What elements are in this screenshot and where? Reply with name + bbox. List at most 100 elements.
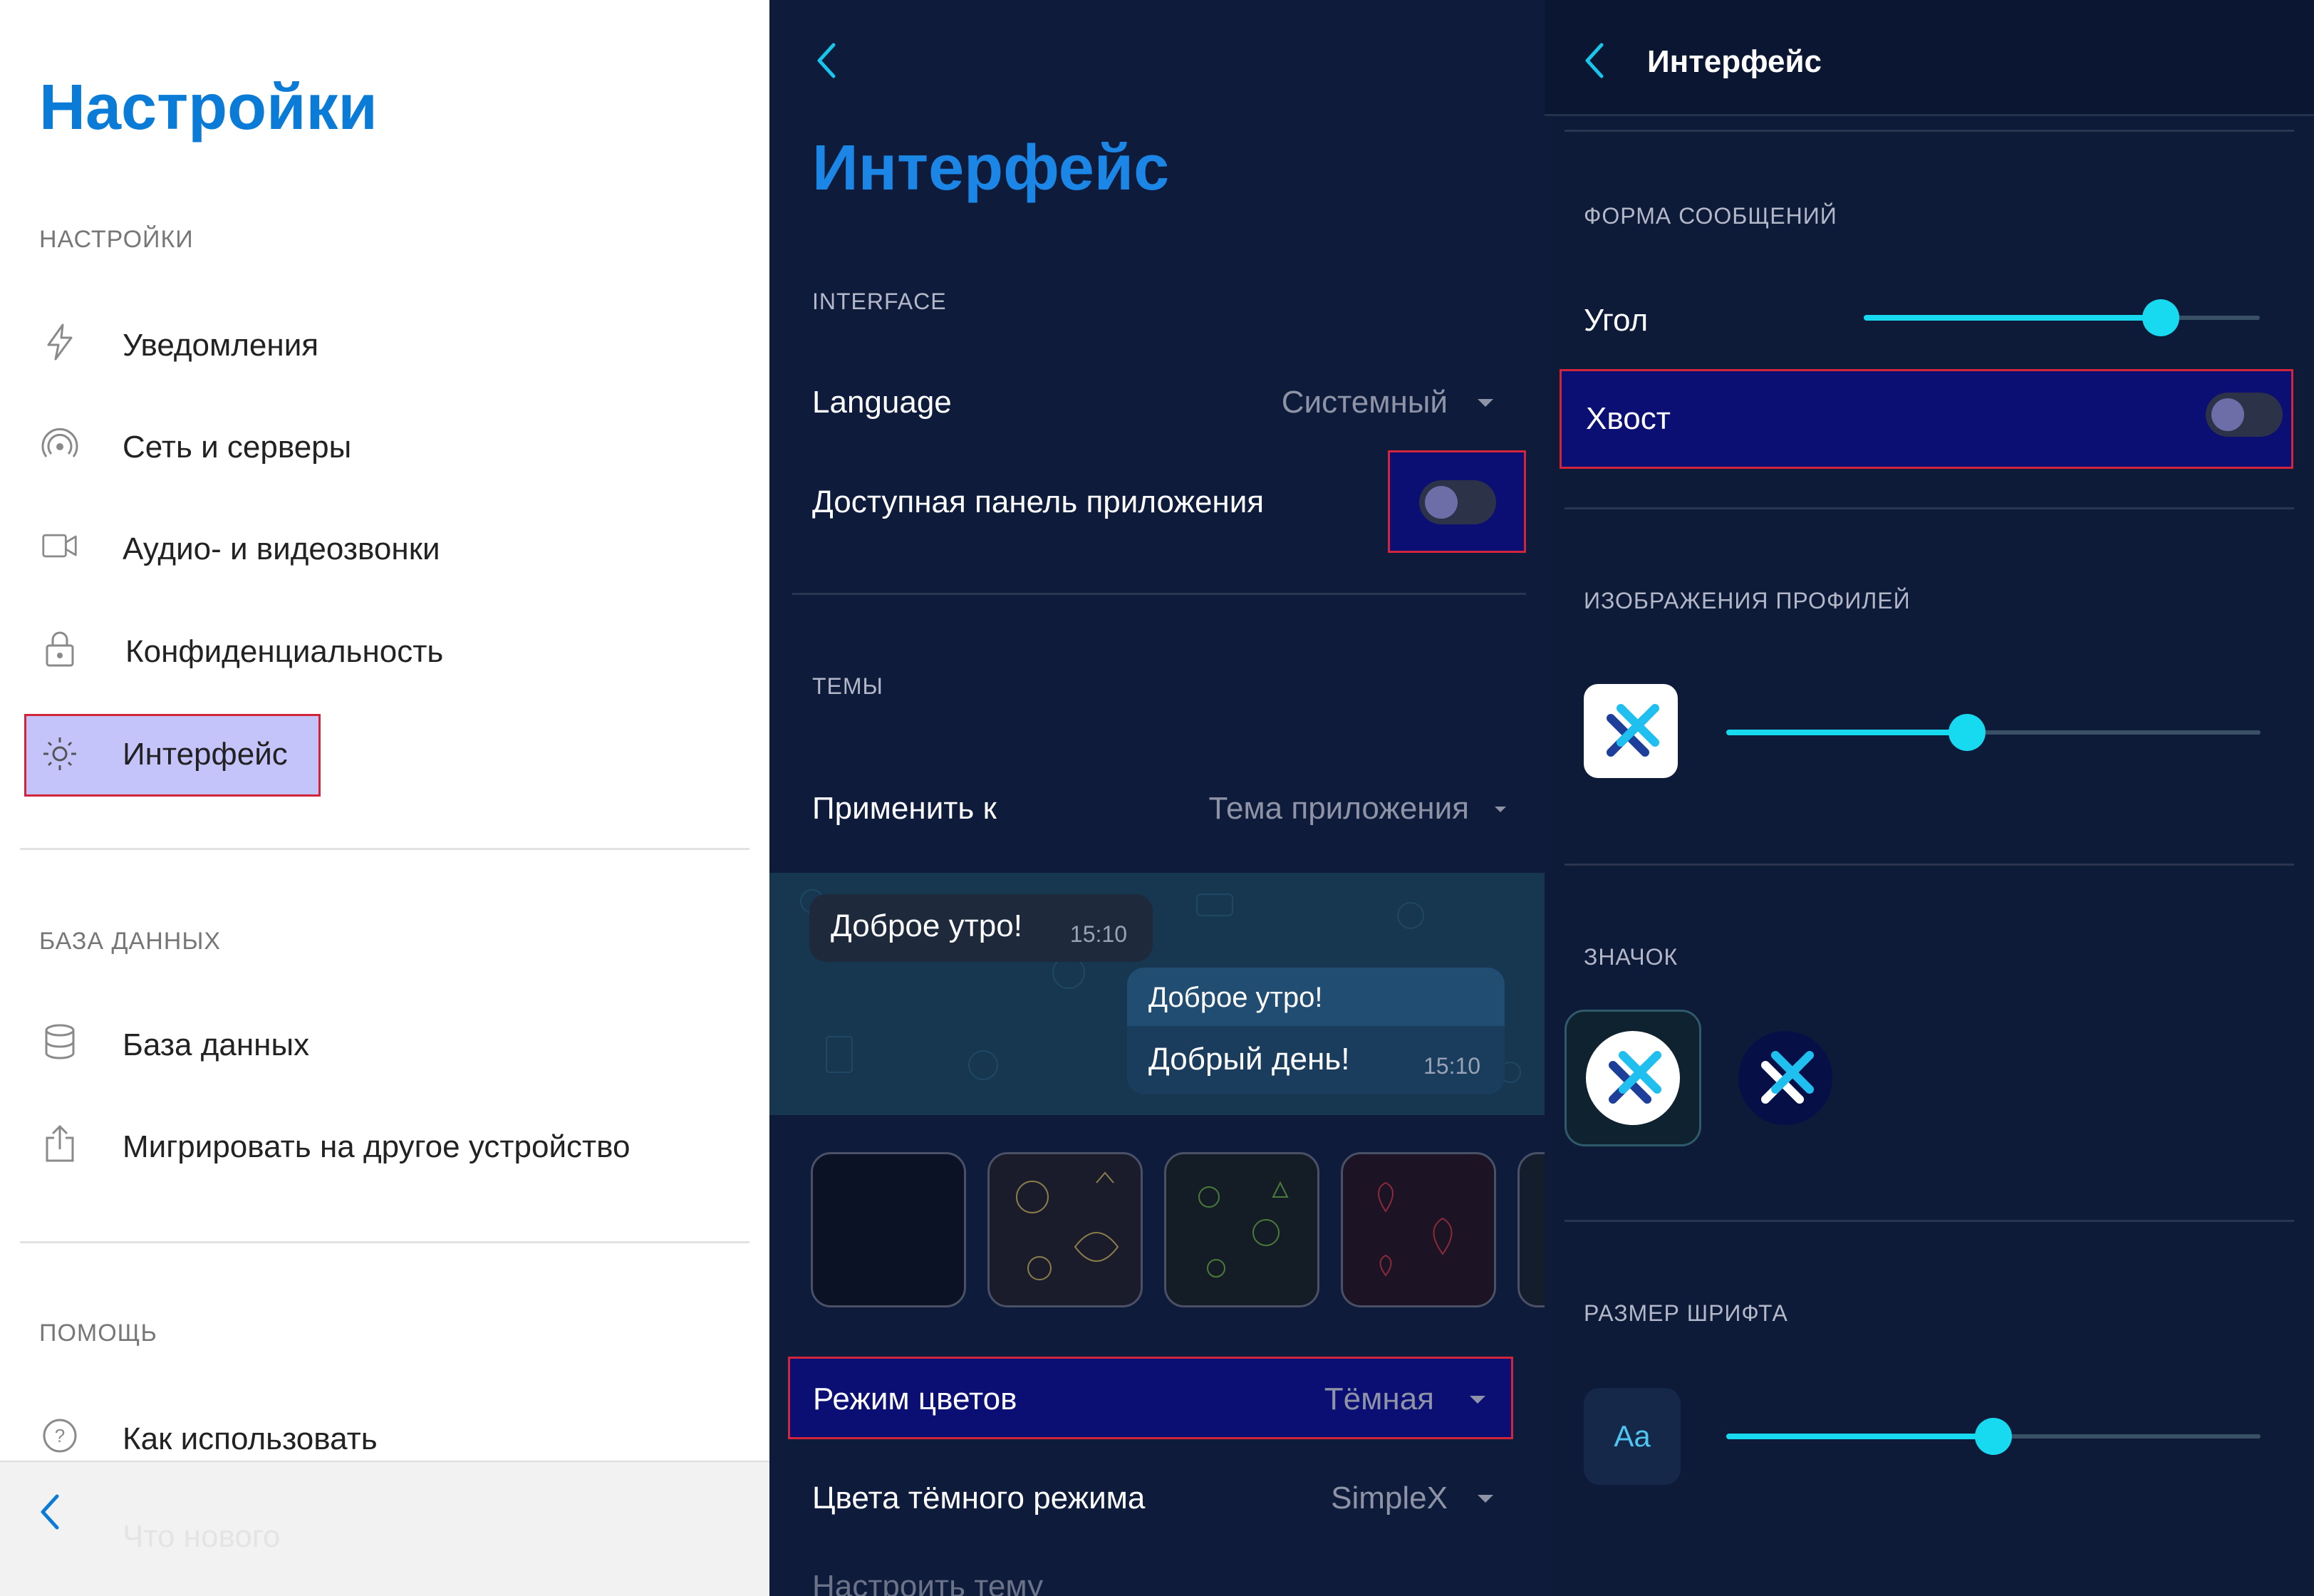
sidebar-item-notifications[interactable]: Уведомления <box>41 321 740 370</box>
divider <box>1565 864 2294 866</box>
flowers-pattern-icon <box>1198 1181 1289 1278</box>
sidebar-item-database[interactable]: База данных <box>41 1020 740 1070</box>
simplex-logo-dark-icon <box>1738 1031 1832 1125</box>
color-mode-value: Тёмная <box>1324 1382 1434 1416</box>
share-icon <box>41 1124 78 1162</box>
dark-colors-value: SimpleX <box>1331 1481 1448 1515</box>
back-button[interactable] <box>812 39 841 86</box>
sidebar-item-migrate[interactable]: Мигрировать на другое устройство <box>41 1122 740 1172</box>
svg-text:?: ? <box>55 1425 65 1446</box>
slider-knob[interactable] <box>1975 1418 2012 1455</box>
header-title: Интерфейс <box>1647 44 1822 79</box>
slider-knob[interactable] <box>2142 299 2179 336</box>
corner-slider[interactable] <box>1864 298 2260 338</box>
sidebar-item-how-to-use[interactable]: ? Как использовать <box>41 1414 740 1464</box>
section-header-message-shape: ФОРМА СООБЩЕНИЙ <box>1584 203 1837 229</box>
sidebar-item-label: Уведомления <box>123 328 319 363</box>
interface-detail-panel: Интерфейс ФОРМА СООБЩЕНИЙ Угол Хвост ИЗО… <box>1545 0 2314 1596</box>
back-button[interactable] <box>36 1491 64 1537</box>
divider <box>792 593 1526 595</box>
sidebar-item-privacy[interactable]: Конфиденциальность <box>41 627 740 677</box>
quoted-text: Доброе утро! <box>1148 982 1323 1013</box>
chevron-down-icon <box>1478 1495 1493 1503</box>
section-header-database: БАЗА ДАННЫХ <box>39 928 222 955</box>
tail-toggle[interactable] <box>2206 393 2283 437</box>
incoming-bubble: Доброе утро! 15:10 <box>809 894 1153 962</box>
color-mode-select[interactable]: Режим цветов Тёмная <box>788 1357 1513 1439</box>
simplex-logo-icon <box>1607 704 1659 757</box>
network-icon <box>41 425 78 462</box>
tail-row: Хвост <box>1560 369 2293 469</box>
sidebar-item-network[interactable]: Сеть и серверы <box>41 423 740 472</box>
section-header-themes: ТЕМЫ <box>812 673 883 699</box>
top-bar: Интерфейс <box>1545 0 2314 116</box>
page-title: Интерфейс <box>812 133 1170 204</box>
app-icon-option-dark[interactable] <box>1736 1028 1835 1128</box>
outgoing-time: 15:10 <box>1423 1053 1481 1079</box>
wallpaper-option-none[interactable] <box>811 1152 966 1307</box>
wallpaper-option-more[interactable] <box>1517 1152 1545 1307</box>
corner-label: Угол <box>1584 303 1649 338</box>
chevron-down-icon <box>1478 399 1493 407</box>
font-size-slider[interactable] <box>1726 1416 2261 1456</box>
interface-panel: Интерфейс INTERFACE Language Системный Д… <box>769 0 1545 1596</box>
quoted-message: Доброе утро! <box>1127 968 1505 1026</box>
sidebar-item-interface[interactable]: Интерфейс <box>41 730 312 779</box>
sidebar-item-label: Как использовать <box>123 1421 378 1456</box>
hearts-pattern-icon <box>1378 1181 1453 1277</box>
sidebar-item-label: Аудио- и видеозвонки <box>123 532 440 566</box>
question-icon: ? <box>41 1417 78 1454</box>
sidebar-item-label: Конфиденциальность <box>125 634 444 669</box>
sidebar-item-label: Интерфейс <box>123 737 288 772</box>
lock-icon <box>41 630 78 667</box>
customize-theme-item[interactable]: Настроить тему <box>812 1569 1043 1596</box>
language-value: Системный <box>1281 385 1448 420</box>
section-header-icon: ЗНАЧОК <box>1584 944 1679 970</box>
chevron-down-icon <box>1495 807 1506 812</box>
chevron-left-icon <box>1585 43 1604 78</box>
video-camera-icon <box>41 527 78 564</box>
sidebar-item-label: Мигрировать на другое устройство <box>123 1129 631 1164</box>
profile-corner-slider[interactable] <box>1726 712 2261 752</box>
wallpaper-option-hearts[interactable] <box>1341 1152 1496 1307</box>
simplex-logo-icon <box>1586 1031 1680 1125</box>
toggle-knob <box>2211 398 2244 431</box>
apply-to-label: Применить к <box>812 791 997 826</box>
section-header-interface: INTERFACE <box>812 289 947 314</box>
toggle-knob <box>1425 486 1458 519</box>
settings-panel: Настройки НАСТРОЙКИ Уведомления Сеть и с… <box>0 0 769 1596</box>
sidebar-item-label: Сеть и серверы <box>123 430 352 465</box>
back-button[interactable] <box>1580 39 1609 86</box>
chevron-down-icon <box>1470 1396 1485 1404</box>
tail-label: Хвост <box>1586 401 1671 436</box>
database-icon <box>41 1023 78 1060</box>
section-header-font-size: РАЗМЕР ШРИФТА <box>1584 1300 1788 1326</box>
divider <box>1565 1220 2294 1222</box>
wallpaper-option-flowers[interactable] <box>1164 1152 1319 1307</box>
bottom-bar: Что нового <box>0 1461 769 1596</box>
slider-fill <box>1726 1434 1993 1439</box>
language-select[interactable]: Language Системный <box>812 378 1525 428</box>
slider-fill <box>1726 730 1967 735</box>
app-icon-option-light[interactable] <box>1565 1010 1701 1146</box>
sidebar-item-whats-new-label[interactable]: Что нового <box>123 1519 280 1555</box>
app-bar-toggle[interactable] <box>1419 480 1496 524</box>
section-header-help: ПОМОЩЬ <box>39 1320 157 1347</box>
dark-colors-select[interactable]: Цвета тёмного режима SimpleX <box>812 1473 1525 1523</box>
slider-fill <box>1864 315 2161 321</box>
chevron-left-icon <box>41 1494 59 1530</box>
dark-colors-label: Цвета тёмного режима <box>812 1481 1146 1515</box>
color-mode-label: Режим цветов <box>813 1382 1017 1416</box>
apply-to-select[interactable]: Применить к Тема приложения <box>812 784 1525 834</box>
chevron-left-icon <box>817 43 836 78</box>
apply-to-value: Тема приложения <box>1208 791 1469 826</box>
divider <box>1565 130 2294 132</box>
outgoing-text: Добрый день! <box>1148 1042 1350 1077</box>
incoming-time: 15:10 <box>1069 921 1127 947</box>
language-label: Language <box>812 385 952 420</box>
sidebar-item-calls[interactable]: Аудио- и видеозвонки <box>41 524 740 574</box>
slider-knob[interactable] <box>1949 714 1986 751</box>
profile-image-preview <box>1584 684 1678 778</box>
wallpaper-option-cats[interactable] <box>987 1152 1143 1307</box>
app-bar-label: Доступная панель приложения <box>812 484 1265 519</box>
